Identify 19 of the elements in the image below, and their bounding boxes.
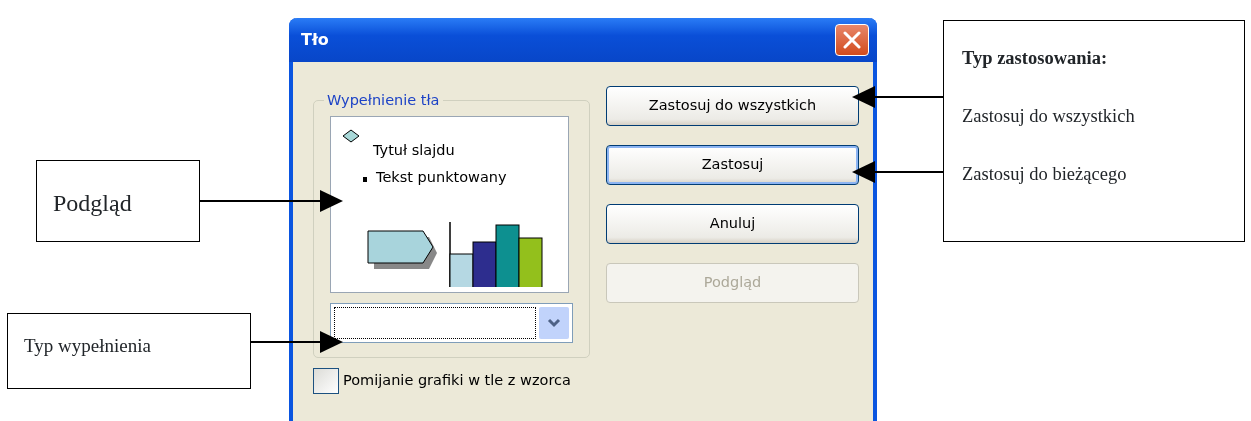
checkbox-label[interactable]: Pomijanie grafiki w tle z wzorca — [343, 370, 571, 392]
callout-box: Podgląd — [36, 160, 200, 242]
bullet-icon — [363, 177, 367, 182]
group-label: Wypełnienie tła — [326, 91, 441, 110]
close-icon — [843, 31, 861, 49]
callout-box: Typ wypełnienia — [7, 313, 251, 389]
window-title: Tło — [301, 29, 329, 51]
close-button[interactable] — [835, 24, 869, 56]
callout-item: Zastosuj do bieżącego — [962, 162, 1128, 186]
preview-title: Tytuł slajdu — [373, 141, 455, 160]
dialog-button[interactable]: Zastosuj — [606, 145, 859, 185]
callout-title: Typ zastosowania: — [962, 47, 1109, 70]
checkbox[interactable] — [313, 368, 339, 394]
dialog-button[interactable]: Zastosuj do wszystkich — [606, 86, 859, 126]
chevron-down-icon — [547, 318, 561, 328]
preview-bullet-text: Tekst punktowany — [376, 168, 507, 187]
callout-item: Zastosuj do wszystkich — [962, 104, 1136, 128]
fill-type-dropdown[interactable] — [330, 303, 573, 343]
dialog-button[interactable]: Anuluj — [606, 204, 859, 244]
